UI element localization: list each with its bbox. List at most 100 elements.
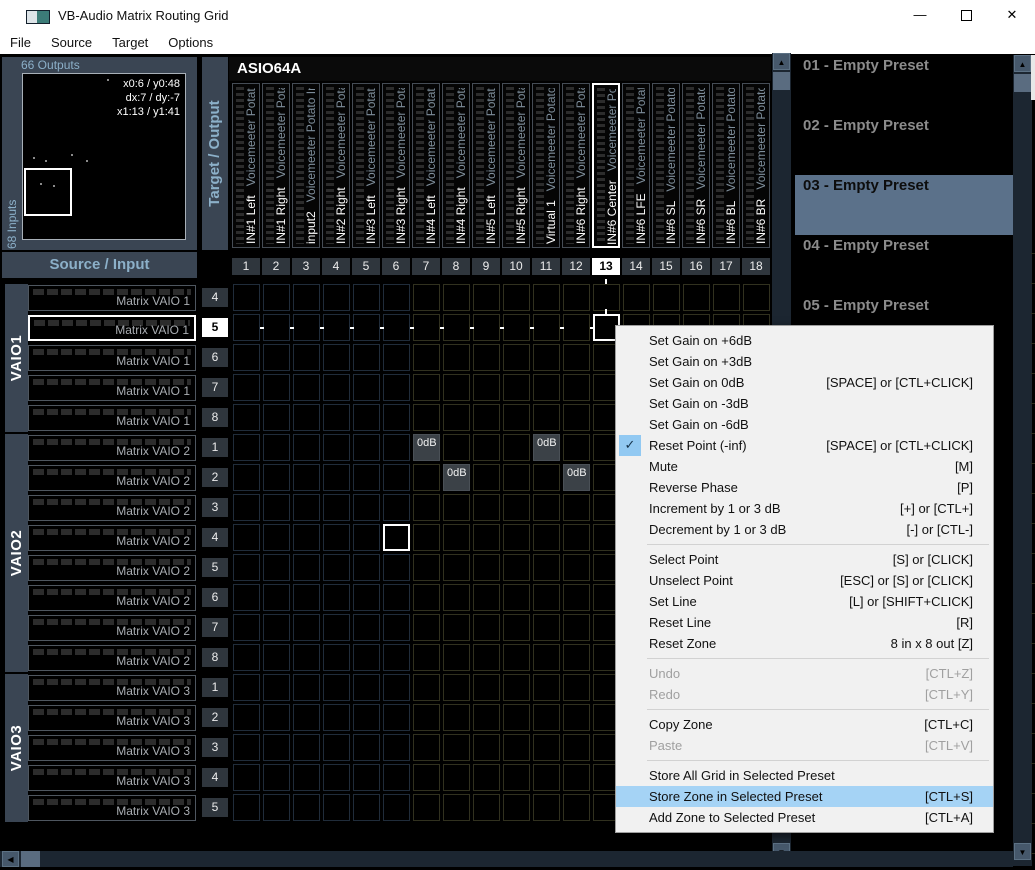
menu-item[interactable]: Decrement by 1 or 3 dB[-] or [CTL-] bbox=[616, 519, 993, 540]
matrix-cell[interactable] bbox=[413, 344, 440, 371]
column-number-2[interactable]: 2 bbox=[262, 258, 290, 275]
matrix-cell[interactable] bbox=[263, 284, 290, 311]
preset-scroll-thumb[interactable] bbox=[1014, 74, 1031, 92]
row-header-vaio2-2[interactable]: Matrix VAIO 2 bbox=[28, 465, 196, 491]
matrix-cell[interactable] bbox=[263, 464, 290, 491]
matrix-cell[interactable] bbox=[293, 674, 320, 701]
scroll-left-icon[interactable]: ◀ bbox=[2, 851, 19, 867]
matrix-cell[interactable] bbox=[413, 794, 440, 821]
row-header-vaio2-8[interactable]: Matrix VAIO 2 bbox=[28, 645, 196, 671]
matrix-cell[interactable] bbox=[323, 674, 350, 701]
matrix-cell[interactable] bbox=[383, 374, 410, 401]
matrix-cell[interactable] bbox=[383, 794, 410, 821]
matrix-cell[interactable] bbox=[443, 704, 470, 731]
matrix-cell[interactable] bbox=[413, 584, 440, 611]
matrix-cell[interactable] bbox=[233, 464, 260, 491]
column-number-17[interactable]: 17 bbox=[712, 258, 740, 275]
matrix-cell[interactable] bbox=[323, 764, 350, 791]
matrix-cell[interactable] bbox=[353, 734, 380, 761]
matrix-cell[interactable] bbox=[383, 644, 410, 671]
menu-item[interactable]: Increment by 1 or 3 dB[+] or [CTL+] bbox=[616, 498, 993, 519]
row-number-5[interactable]: 5 bbox=[202, 318, 228, 337]
column-number-16[interactable]: 16 bbox=[682, 258, 710, 275]
matrix-cell[interactable] bbox=[563, 644, 590, 671]
matrix-cell[interactable] bbox=[263, 764, 290, 791]
matrix-cell[interactable] bbox=[533, 764, 560, 791]
matrix-cell[interactable] bbox=[443, 614, 470, 641]
matrix-cell[interactable] bbox=[473, 674, 500, 701]
matrix-cell[interactable] bbox=[383, 764, 410, 791]
matrix-cell[interactable] bbox=[683, 284, 710, 311]
matrix-cell[interactable] bbox=[533, 554, 560, 581]
matrix-cell[interactable] bbox=[383, 314, 410, 341]
matrix-cell[interactable] bbox=[743, 284, 770, 311]
row-number-8[interactable]: 8 bbox=[202, 408, 228, 427]
matrix-cell[interactable] bbox=[383, 554, 410, 581]
matrix-cell[interactable] bbox=[353, 674, 380, 701]
hscroll-thumb[interactable] bbox=[21, 851, 40, 867]
column-number-5[interactable]: 5 bbox=[352, 258, 380, 275]
matrix-cell[interactable] bbox=[413, 674, 440, 701]
row-header-vaio1-8[interactable]: Matrix VAIO 1 bbox=[28, 405, 196, 431]
row-number-4[interactable]: 4 bbox=[202, 288, 228, 307]
matrix-cell[interactable] bbox=[503, 284, 530, 311]
row-header-vaio2-5[interactable]: Matrix VAIO 2 bbox=[28, 555, 196, 581]
matrix-cell[interactable] bbox=[413, 524, 440, 551]
menu-item[interactable]: Set Gain on 0dB[SPACE] or [CTL+CLICK] bbox=[616, 372, 993, 393]
matrix-cell[interactable] bbox=[233, 734, 260, 761]
matrix-cell[interactable] bbox=[233, 314, 260, 341]
matrix-cell[interactable] bbox=[383, 614, 410, 641]
matrix-cell[interactable] bbox=[263, 344, 290, 371]
matrix-cell[interactable] bbox=[353, 764, 380, 791]
matrix-cell[interactable] bbox=[473, 284, 500, 311]
matrix-cell[interactable] bbox=[293, 794, 320, 821]
matrix-cell[interactable] bbox=[653, 284, 680, 311]
matrix-cell[interactable] bbox=[353, 704, 380, 731]
column-header-4[interactable]: IN#2 RightVoicemeeter Potato Insert bbox=[322, 83, 350, 248]
matrix-cell[interactable] bbox=[473, 644, 500, 671]
matrix-cell[interactable] bbox=[293, 434, 320, 461]
matrix-cell[interactable] bbox=[533, 644, 560, 671]
matrix-cell[interactable] bbox=[533, 614, 560, 641]
matrix-cell[interactable] bbox=[473, 794, 500, 821]
matrix-cell[interactable] bbox=[233, 404, 260, 431]
matrix-cell[interactable] bbox=[413, 404, 440, 431]
matrix-cell[interactable] bbox=[383, 704, 410, 731]
matrix-cell[interactable] bbox=[383, 584, 410, 611]
matrix-cell[interactable] bbox=[503, 794, 530, 821]
matrix-cell[interactable] bbox=[563, 614, 590, 641]
matrix-cell[interactable] bbox=[233, 494, 260, 521]
menu-item[interactable]: Reset Line[R] bbox=[616, 612, 993, 633]
preset-item-3[interactable]: 03 - Empty Preset bbox=[795, 175, 1013, 235]
matrix-cell[interactable] bbox=[443, 404, 470, 431]
column-number-11[interactable]: 11 bbox=[532, 258, 560, 275]
matrix-cell[interactable] bbox=[383, 344, 410, 371]
row-header-vaio3-2[interactable]: Matrix VAIO 3 bbox=[28, 705, 196, 731]
matrix-cell[interactable] bbox=[563, 284, 590, 311]
matrix-cell[interactable] bbox=[383, 734, 410, 761]
matrix-cell[interactable] bbox=[233, 764, 260, 791]
matrix-cell[interactable] bbox=[533, 584, 560, 611]
matrix-cell[interactable] bbox=[323, 374, 350, 401]
matrix-cell[interactable] bbox=[293, 524, 320, 551]
matrix-cell[interactable] bbox=[293, 734, 320, 761]
matrix-cell[interactable] bbox=[293, 494, 320, 521]
matrix-cell[interactable] bbox=[353, 314, 380, 341]
menu-item[interactable]: Store Zone in Selected Preset[CTL+S] bbox=[616, 786, 993, 807]
matrix-cell[interactable] bbox=[263, 704, 290, 731]
matrix-cell[interactable] bbox=[353, 284, 380, 311]
matrix-cell[interactable] bbox=[353, 434, 380, 461]
matrix-cell[interactable] bbox=[533, 704, 560, 731]
matrix-cell[interactable] bbox=[263, 314, 290, 341]
matrix-cell[interactable] bbox=[323, 584, 350, 611]
matrix-cell[interactable] bbox=[473, 554, 500, 581]
row-number-7[interactable]: 7 bbox=[202, 378, 228, 397]
menu-item[interactable]: Set Gain on -6dB bbox=[616, 414, 993, 435]
matrix-cell[interactable] bbox=[233, 794, 260, 821]
menu-item[interactable]: Redo[CTL+Y] bbox=[616, 684, 993, 705]
matrix-cell[interactable] bbox=[473, 764, 500, 791]
matrix-cell[interactable] bbox=[503, 374, 530, 401]
matrix-cell[interactable] bbox=[383, 464, 410, 491]
scroll-down-icon[interactable]: ▼ bbox=[1014, 843, 1031, 860]
matrix-cell[interactable] bbox=[353, 614, 380, 641]
